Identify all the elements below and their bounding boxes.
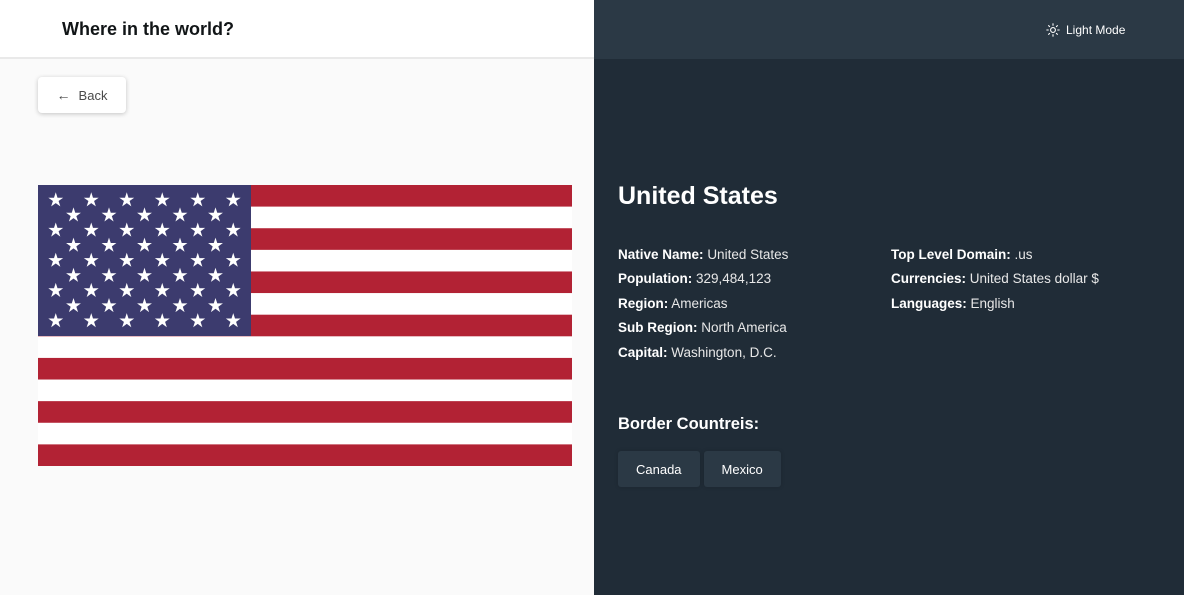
- flag-stripe: [38, 379, 572, 402]
- detail-capital: Capital: Washington, D.C.: [618, 344, 777, 360]
- detail-currencies: Currencies: United States dollar $: [891, 271, 1099, 287]
- flag-stripe: [38, 422, 572, 445]
- theme-toggle-label: Light Mode: [1066, 23, 1126, 37]
- flag-stripe: [38, 401, 572, 424]
- sun-icon: [1046, 23, 1060, 37]
- back-button[interactable]: ← Back: [38, 77, 126, 113]
- border-countries-title: Border Countreis:: [618, 415, 760, 433]
- detail-top-level-domain: Top Level Domain: .us: [891, 247, 1033, 262]
- country-flag: [38, 185, 572, 466]
- theme-toggle-button[interactable]: Light Mode: [1046, 20, 1125, 40]
- details-secondary: Top Level Domain: .us Currencies: United…: [891, 243, 1099, 316]
- border-countries-list: Canada Mexico: [618, 451, 781, 487]
- country-name: United States: [618, 182, 778, 210]
- detail-region: Region: Americas: [618, 295, 728, 311]
- back-button-label: Back: [78, 87, 108, 103]
- app-title: Where in the world?: [62, 19, 235, 39]
- arrow-left-icon: ←: [56, 87, 71, 103]
- header-bar-light: Where in the world?: [0, 0, 594, 59]
- detail-sub-region: Sub Region: North America: [618, 320, 787, 336]
- border-country-mexico[interactable]: Mexico: [703, 451, 781, 487]
- flag-stripe: [38, 444, 572, 466]
- border-country-canada[interactable]: Canada: [618, 451, 700, 487]
- flag-stripe: [38, 336, 572, 359]
- details-primary: Native Name: United States Population: 3…: [618, 243, 788, 365]
- detail-population: Population: 329,484,123: [618, 271, 772, 287]
- flag-stripe: [38, 357, 572, 380]
- detail-native-name: Native Name: United States: [618, 247, 789, 262]
- detail-languages: Languages: English: [891, 295, 1015, 311]
